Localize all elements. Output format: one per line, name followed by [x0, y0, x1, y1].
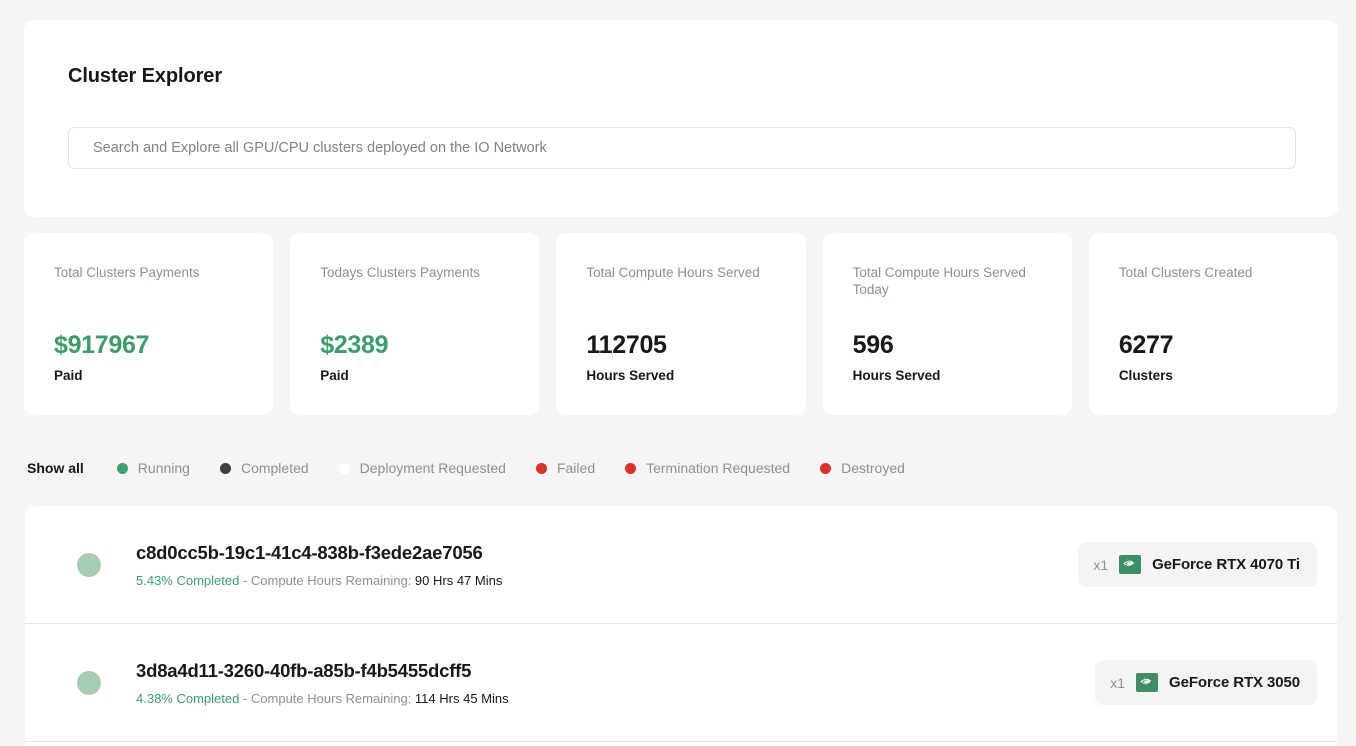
filter-label: Completed — [241, 460, 309, 476]
status-dot-icon — [625, 463, 636, 474]
filter-completed[interactable]: Completed — [220, 460, 309, 476]
filter-destroyed[interactable]: Destroyed — [820, 460, 905, 476]
stat-value: $917967 — [54, 331, 149, 360]
filter-running[interactable]: Running — [117, 460, 190, 476]
status-dot-icon — [220, 463, 231, 474]
gpu-badge[interactable]: x1 GeForce RTX 3050 — [1095, 660, 1317, 705]
cluster-percent-complete: 4.38% Completed — [136, 691, 239, 706]
stat-label: Total Clusters Created — [1119, 264, 1308, 281]
cluster-hours-remaining: 90 Hrs 47 Mins — [415, 573, 502, 588]
gpu-name: GeForce RTX 3050 — [1169, 674, 1300, 691]
header-card: Cluster Explorer — [24, 20, 1338, 217]
filter-label: Deployment Requested — [360, 460, 506, 476]
nvidia-icon — [1136, 673, 1158, 692]
cluster-id: c8d0cc5b-19c1-41c4-838b-f3ede2ae7056 — [136, 541, 1078, 565]
status-dot-icon — [536, 463, 547, 474]
cluster-progress-summary: 4.38% Completed - Compute Hours Remainin… — [136, 690, 1095, 707]
cluster-list: c8d0cc5b-19c1-41c4-838b-f3ede2ae7056 5.43… — [25, 506, 1337, 746]
cluster-status-dot-icon — [77, 553, 101, 577]
nvidia-icon — [1119, 555, 1141, 574]
cluster-row[interactable]: c8d0cc5b-19c1-41c4-838b-f3ede2ae7056 5.43… — [25, 506, 1337, 624]
cluster-explorer-page: Cluster Explorer Total Clusters Payments… — [0, 0, 1356, 746]
search-input[interactable] — [68, 127, 1296, 169]
cluster-hours-remaining: 114 Hrs 45 Mins — [415, 691, 509, 706]
filter-label: Termination Requested — [646, 460, 790, 476]
gpu-name: GeForce RTX 4070 Ti — [1152, 556, 1300, 573]
stat-value: $2389 — [320, 331, 388, 360]
search-container — [68, 127, 1296, 169]
stat-card: Total Clusters Payments $917967 Paid — [24, 233, 273, 415]
cluster-percent-complete: 5.43% Completed — [136, 573, 239, 588]
filter-failed[interactable]: Failed — [536, 460, 595, 476]
stat-unit: Hours Served — [853, 368, 941, 383]
filter-deployment-requested[interactable]: Deployment Requested — [339, 460, 506, 476]
status-dot-icon — [339, 463, 350, 474]
status-filter-legend: Show all Running Completed Deployment Requ… — [27, 456, 935, 480]
filter-termination-requested[interactable]: Termination Requested — [625, 460, 790, 476]
stat-card: Total Compute Hours Served Today 596 Hours… — [823, 233, 1072, 415]
stat-card: Total Compute Hours Served 112705 Hours Se… — [556, 233, 805, 415]
cluster-summary-separator: - Compute Hours Remaining: — [239, 691, 415, 706]
filter-show-all[interactable]: Show all — [27, 460, 84, 476]
stat-unit: Paid — [54, 368, 83, 383]
stats-row: Total Clusters Payments$917967PaidTodays… — [24, 233, 1338, 415]
status-dot-icon — [820, 463, 831, 474]
cluster-row[interactable]: 3d8a4d11-3260-40fb-a85b-f4b5455dcff5 4.38… — [25, 624, 1337, 742]
stat-card: Total Clusters Created 6277 Clusters — [1089, 233, 1338, 415]
stat-unit: Hours Served — [586, 368, 674, 383]
filter-label: Running — [138, 460, 190, 476]
cluster-info: 3d8a4d11-3260-40fb-a85b-f4b5455dcff5 4.38… — [136, 659, 1095, 707]
cluster-summary-separator: - Compute Hours Remaining: — [239, 573, 415, 588]
stat-label: Total Compute Hours Served — [586, 264, 775, 281]
filter-label: Failed — [557, 460, 595, 476]
gpu-count: x1 — [1093, 557, 1108, 573]
cluster-id: 3d8a4d11-3260-40fb-a85b-f4b5455dcff5 — [136, 659, 1095, 683]
status-dot-icon — [117, 463, 128, 474]
cluster-info: c8d0cc5b-19c1-41c4-838b-f3ede2ae7056 5.43… — [136, 541, 1078, 589]
stat-value: 596 — [853, 331, 894, 360]
stat-label: Total Compute Hours Served Today — [853, 264, 1042, 298]
stat-unit: Paid — [320, 368, 349, 383]
stat-unit: Clusters — [1119, 368, 1173, 383]
gpu-count: x1 — [1110, 675, 1125, 691]
stat-label: Total Clusters Payments — [54, 264, 243, 281]
stat-label: Todays Clusters Payments — [320, 264, 509, 281]
cluster-progress-summary: 5.43% Completed - Compute Hours Remainin… — [136, 572, 1078, 589]
filter-label: Destroyed — [841, 460, 905, 476]
stat-value: 6277 — [1119, 331, 1173, 360]
page-title: Cluster Explorer — [68, 65, 222, 88]
stat-card: Todays Clusters Payments $2389 Paid — [290, 233, 539, 415]
cluster-status-dot-icon — [77, 671, 101, 695]
stat-value: 112705 — [586, 331, 666, 360]
gpu-badge[interactable]: x1 GeForce RTX 4070 Ti — [1078, 542, 1317, 587]
